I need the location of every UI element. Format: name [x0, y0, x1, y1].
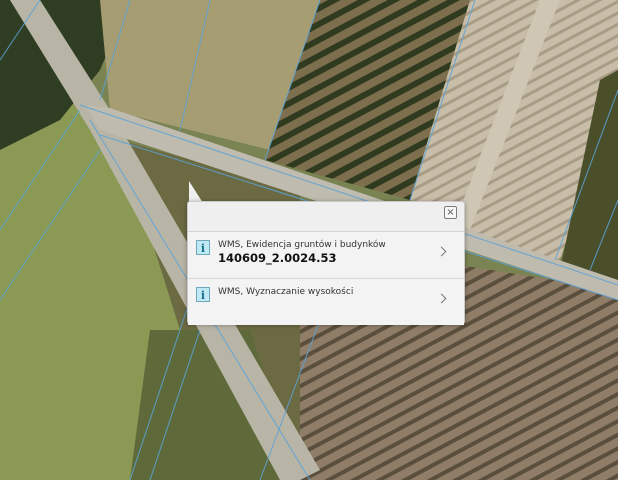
- close-icon[interactable]: ×: [444, 206, 457, 219]
- chevron-right-icon[interactable]: [436, 293, 447, 304]
- result-source: WMS, Ewidencja gruntów i budynków: [218, 240, 386, 250]
- info-icon: i: [196, 240, 210, 255]
- chevron-right-icon[interactable]: [436, 246, 447, 257]
- popup-pointer: [189, 181, 203, 203]
- result-source: WMS, Wyznaczanie wysokości: [218, 287, 354, 297]
- result-value: 140609_2.0024.53: [218, 251, 337, 265]
- result-item[interactable]: i WMS, Wyznaczanie wysokości: [188, 279, 464, 325]
- result-item[interactable]: i WMS, Ewidencja gruntów i budynków 1406…: [188, 232, 464, 279]
- feature-info-popup: × i WMS, Ewidencja gruntów i budynków 14…: [187, 201, 465, 325]
- info-icon: i: [196, 287, 210, 302]
- popup-header: ×: [188, 202, 464, 232]
